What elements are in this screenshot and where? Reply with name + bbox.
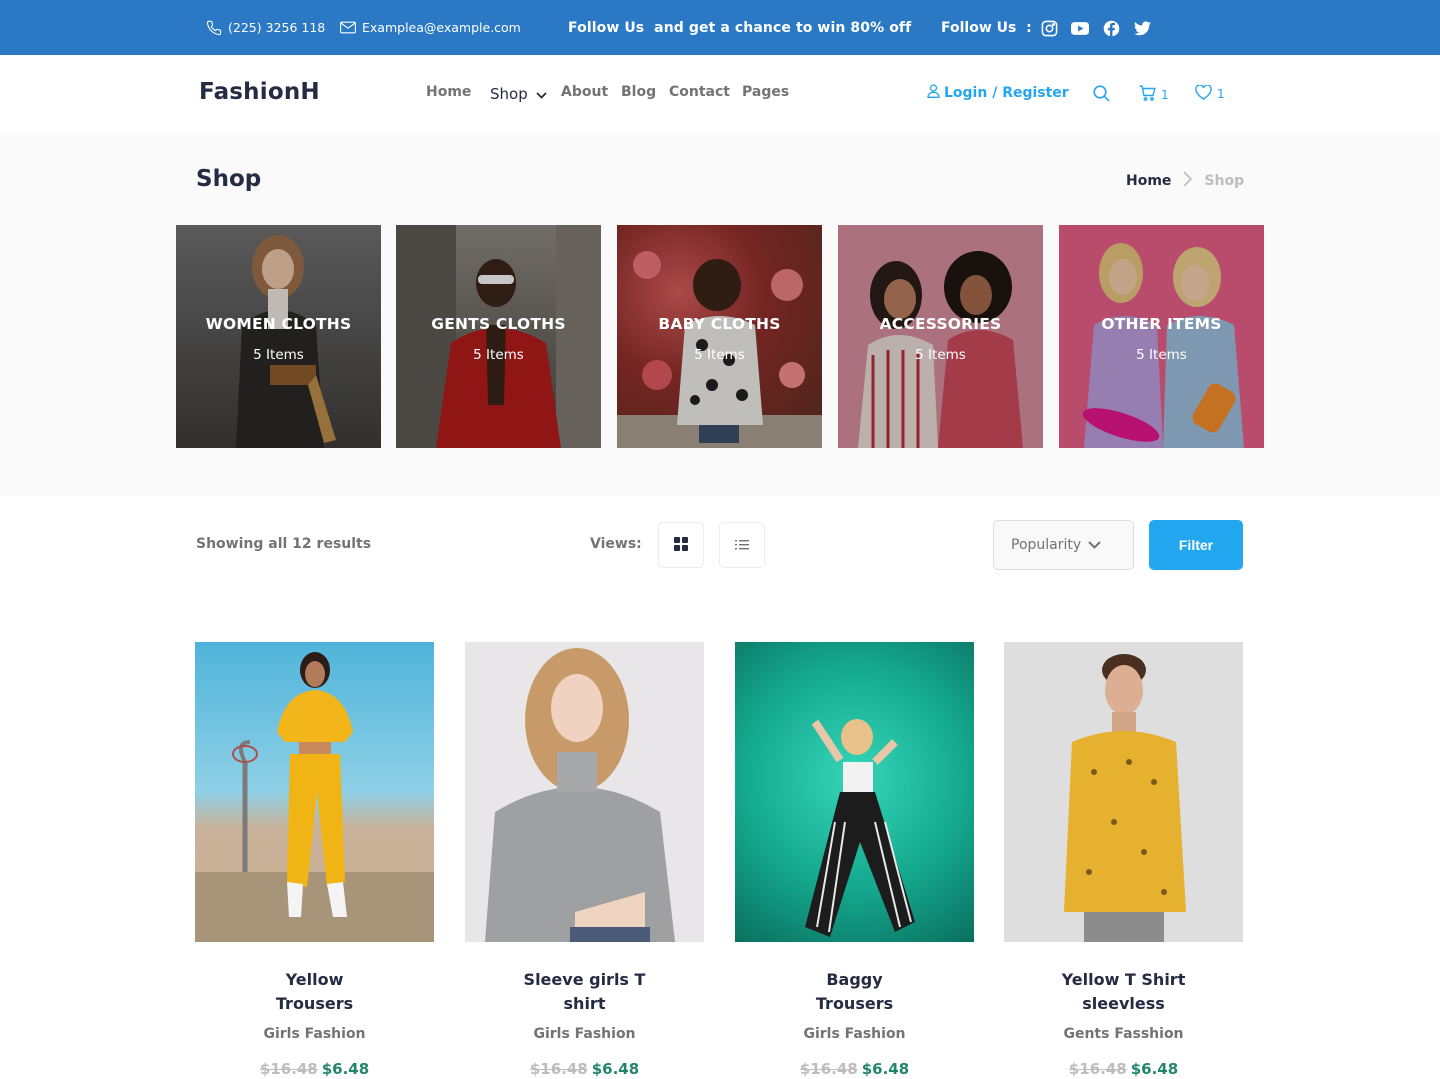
chevron-down-icon [536, 85, 547, 103]
grid-view-button[interactable] [658, 522, 704, 568]
search-icon [1093, 85, 1110, 105]
cart-count: 1 [1161, 87, 1169, 102]
category-count: 5 Items [253, 347, 304, 363]
email-address: Examplea@example.com [362, 20, 521, 35]
product-name[interactable]: Sleeve girls T shirt [465, 968, 704, 1016]
login-register-label: Login / Register [944, 85, 1069, 101]
filter-button[interactable]: Filter [1149, 520, 1243, 570]
category-title: GENTS CLOTHS [431, 315, 566, 333]
category-overlay [838, 225, 1043, 448]
product-image[interactable] [1004, 642, 1243, 942]
category-overlay [176, 225, 381, 448]
product-old-price: $16.48 [259, 1060, 318, 1078]
promo-text: Follow Us and get a chance to win 80% of… [568, 19, 912, 36]
nav-blog[interactable]: Blog [621, 84, 656, 100]
product-category: Girls Fashion [263, 1026, 366, 1042]
category-card-baby[interactable]: BABY CLOTHS 5 Items [617, 225, 822, 448]
search-button[interactable] [1093, 85, 1110, 105]
twitter-icon[interactable] [1132, 18, 1152, 38]
top-bar: (225) 3256 118 Examplea@example.com Foll… [0, 0, 1440, 55]
views-label: Views: [590, 536, 642, 552]
user-icon [927, 84, 940, 102]
phone-icon [206, 20, 222, 36]
product-price: $16.48 $6.48 [195, 1060, 434, 1078]
category-card-gents[interactable]: GENTS CLOTHS 5 Items [396, 225, 601, 448]
product-price: $16.48 $6.48 [465, 1060, 704, 1078]
category-overlay [617, 225, 822, 448]
product-name[interactable]: Yellow T Shirt sleevless [1004, 968, 1243, 1016]
wishlist-count: 1 [1217, 87, 1225, 101]
cart-button[interactable]: 1 [1139, 85, 1169, 104]
mail-icon [340, 21, 356, 34]
phone-number: (225) 3256 118 [228, 20, 326, 35]
product-image[interactable] [195, 642, 434, 942]
product-card[interactable]: Sleeve girls T shirt Girls Fashion $16.4… [465, 642, 704, 1078]
product-sale-price: $6.48 [591, 1060, 640, 1078]
nav-shop-dropdown[interactable]: Shop [490, 85, 547, 103]
phone-contact[interactable]: (225) 3256 118 [206, 0, 325, 55]
instagram-icon[interactable] [1039, 18, 1059, 38]
product-sale-price: $6.48 [861, 1060, 910, 1078]
product-image[interactable] [735, 642, 974, 942]
category-card-accessories[interactable]: ACCESSORIES 5 Items [838, 225, 1043, 448]
wishlist-button[interactable]: 1 [1195, 84, 1225, 103]
nav-about[interactable]: About [561, 84, 608, 100]
breadcrumb: Home Shop [1126, 171, 1244, 191]
product-old-price: $16.48 [1068, 1060, 1127, 1078]
nav-pages[interactable]: Pages [742, 84, 789, 100]
product-category: Gents Fasshion [1063, 1026, 1184, 1042]
category-card-other[interactable]: OTHER ITEMS 5 Items [1059, 225, 1264, 448]
product-sale-price: $6.48 [1130, 1060, 1179, 1078]
page-title: Shop [196, 166, 262, 192]
breadcrumb-home[interactable]: Home [1126, 173, 1171, 189]
product-image[interactable] [465, 642, 704, 942]
list-icon [735, 536, 749, 555]
breadcrumb-current: Shop [1204, 173, 1245, 189]
category-card-women[interactable]: WOMEN CLOTHS 5 Items [176, 225, 381, 448]
product-old-price: $16.48 [529, 1060, 588, 1078]
category-overlay [1059, 225, 1264, 448]
social-links [1039, 18, 1152, 38]
list-view-button[interactable] [719, 522, 765, 568]
category-title: BABY CLOTHS [658, 315, 781, 333]
product-old-price: $16.48 [799, 1060, 858, 1078]
category-count: 5 Items [694, 347, 745, 363]
category-count: 5 Items [915, 347, 966, 363]
login-register-link[interactable]: Login / Register [927, 84, 1069, 102]
brand-logo[interactable]: FashionH [199, 79, 320, 105]
chevron-right-icon [1183, 171, 1193, 191]
facebook-icon[interactable] [1101, 18, 1121, 38]
sort-select-value: Popularity [1011, 537, 1082, 553]
nav-contact[interactable]: Contact [669, 84, 730, 100]
category-overlay [396, 225, 601, 448]
youtube-icon[interactable] [1070, 18, 1090, 38]
product-name[interactable]: Yellow Trousers [195, 968, 434, 1016]
product-price: $16.48 $6.48 [1004, 1060, 1243, 1078]
follow-label: Follow Us : [941, 19, 1032, 36]
sort-select[interactable]: Popularity [993, 520, 1134, 570]
results-count: Showing all 12 results [196, 536, 372, 552]
category-title: ACCESSORIES [879, 315, 1002, 333]
category-title: WOMEN CLOTHS [205, 315, 352, 333]
nav-home[interactable]: Home [426, 84, 471, 100]
product-category: Girls Fashion [533, 1026, 636, 1042]
product-price: $16.48 $6.48 [735, 1060, 974, 1078]
product-card[interactable]: Yellow Trousers Girls Fashion $16.48 $6.4… [195, 642, 434, 1078]
category-count: 5 Items [1136, 347, 1187, 363]
grid-icon [674, 536, 688, 555]
heart-icon [1195, 84, 1212, 103]
category-title: OTHER ITEMS [1101, 315, 1222, 333]
product-name[interactable]: Baggy Trousers [735, 968, 974, 1016]
product-sale-price: $6.48 [321, 1060, 370, 1078]
chevron-down-icon [1088, 537, 1101, 553]
main-navbar: FashionH Home Shop About Blog Contact Pa… [0, 55, 1440, 133]
email-contact[interactable]: Examplea@example.com [340, 0, 521, 55]
product-category: Girls Fashion [803, 1026, 906, 1042]
cart-icon [1139, 85, 1156, 104]
nav-shop-label: Shop [490, 85, 528, 103]
product-card[interactable]: Baggy Trousers Girls Fashion $16.48 $6.48 [735, 642, 974, 1078]
product-card[interactable]: Yellow T Shirt sleevless Gents Fasshion … [1004, 642, 1243, 1078]
category-count: 5 Items [473, 347, 524, 363]
